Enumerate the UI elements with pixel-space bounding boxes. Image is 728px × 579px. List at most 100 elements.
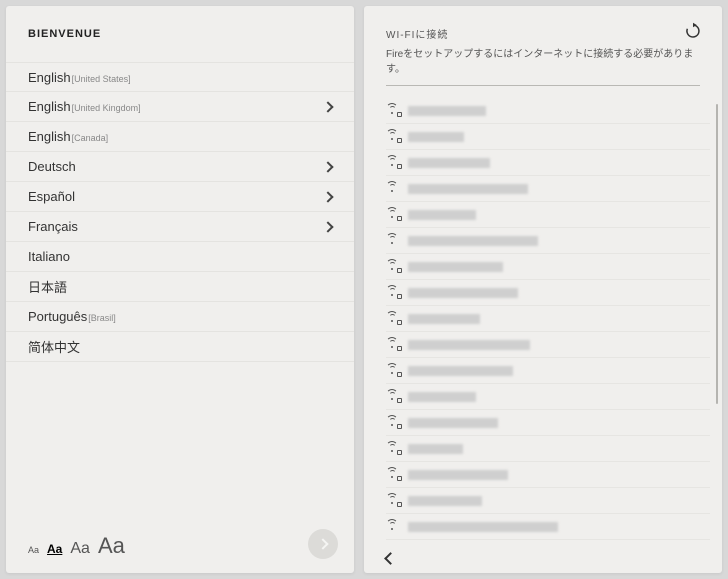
chevron-right-icon: [322, 191, 333, 202]
wifi-locked-icon: [386, 496, 398, 506]
refresh-button[interactable]: [684, 22, 702, 40]
font-size-sm[interactable]: Aa: [47, 542, 62, 556]
wifi-network-name: [408, 262, 503, 272]
language-label: English[United Kingdom]: [28, 99, 141, 114]
wifi-locked-icon: [386, 392, 398, 402]
wifi-network-name: [408, 418, 498, 428]
wifi-network-name: [408, 444, 463, 454]
chevron-right-icon: [322, 101, 333, 112]
wifi-network-item[interactable]: [386, 124, 710, 150]
chevron-right-icon: [317, 538, 328, 549]
wifi-network-item[interactable]: [386, 436, 710, 462]
language-name: English: [28, 129, 71, 144]
wifi-network-name: [408, 210, 476, 220]
font-size-xs[interactable]: Aa: [28, 545, 39, 555]
wifi-locked-icon: [386, 340, 398, 350]
wifi-network-name: [408, 106, 486, 116]
wifi-network-item[interactable]: [386, 384, 710, 410]
language-item[interactable]: English[Canada]: [6, 122, 354, 152]
wifi-network-name: [408, 496, 482, 506]
language-label: Italiano: [28, 249, 70, 264]
wifi-locked-icon: [386, 470, 398, 480]
wifi-locked-icon: [386, 106, 398, 116]
wifi-network-name: [408, 184, 528, 194]
language-label: Português[Brasil]: [28, 309, 116, 324]
welcome-title: BIENVENUE: [6, 6, 354, 48]
wifi-network-item[interactable]: [386, 306, 710, 332]
wifi-locked-icon: [386, 132, 398, 142]
wifi-network-name: [408, 288, 518, 298]
wifi-header: WI-FIに接続 Fireをセットアップするにはインターネットに接続する必要があ…: [364, 6, 722, 94]
wifi-network-list: [364, 94, 722, 548]
wifi-locked-icon: [386, 262, 398, 272]
language-region: [United States]: [72, 74, 131, 84]
language-item[interactable]: 日本語: [6, 272, 354, 302]
wifi-network-name: [408, 392, 476, 402]
wifi-network-item[interactable]: [386, 280, 710, 306]
wifi-network-item[interactable]: [386, 488, 710, 514]
language-name: Deutsch: [28, 159, 76, 174]
chevron-right-icon: [322, 161, 333, 172]
language-label: English[United States]: [28, 70, 131, 85]
wifi-subtitle: Fireをセットアップするにはインターネットに接続する必要があります。: [386, 45, 700, 86]
language-name: Español: [28, 189, 75, 204]
wifi-locked-icon: [386, 314, 398, 324]
wifi-network-item[interactable]: [386, 150, 710, 176]
wifi-network-item[interactable]: [386, 358, 710, 384]
wifi-icon: [386, 236, 398, 246]
wifi-locked-icon: [386, 366, 398, 376]
language-label: Español: [28, 189, 75, 204]
language-item[interactable]: Italiano: [6, 242, 354, 272]
wifi-network-item[interactable]: [386, 332, 710, 358]
language-item[interactable]: Deutsch: [6, 152, 354, 182]
wifi-network-item[interactable]: [386, 176, 710, 202]
wifi-network-item[interactable]: [386, 410, 710, 436]
language-item[interactable]: 简体中文: [6, 332, 354, 362]
language-name: 日本語: [28, 280, 67, 295]
wifi-network-item[interactable]: [386, 98, 710, 124]
back-button[interactable]: [384, 552, 397, 565]
language-label: 日本語: [28, 277, 67, 296]
language-name: Français: [28, 219, 78, 234]
font-size-lg[interactable]: Aa: [98, 533, 125, 559]
language-item[interactable]: Français: [6, 212, 354, 242]
language-item[interactable]: English[United Kingdom]: [6, 92, 354, 122]
scrollbar[interactable]: [716, 104, 718, 404]
language-select-panel: BIENVENUE English[United States]English[…: [6, 6, 354, 573]
wifi-icon: [386, 184, 398, 194]
font-size-md[interactable]: Aa: [70, 540, 90, 558]
wifi-icon: [386, 522, 398, 532]
wifi-panel: WI-FIに接続 Fireをセットアップするにはインターネットに接続する必要があ…: [364, 6, 722, 573]
language-list: English[United States]English[United Kin…: [6, 48, 354, 519]
language-label: Français: [28, 219, 78, 234]
left-footer: Aa Aa Aa Aa: [6, 519, 354, 573]
language-item[interactable]: English[United States]: [6, 62, 354, 92]
language-region: [Brasil]: [88, 313, 116, 323]
wifi-network-name: [408, 522, 558, 532]
wifi-network-item[interactable]: [386, 514, 710, 540]
wifi-network-name: [408, 132, 464, 142]
wifi-network-item[interactable]: [386, 462, 710, 488]
font-size-selector[interactable]: Aa Aa Aa Aa: [28, 533, 125, 559]
wifi-locked-icon: [386, 444, 398, 454]
refresh-icon: [684, 22, 702, 40]
wifi-network-item[interactable]: [386, 202, 710, 228]
wifi-title: WI-FIに接続: [386, 26, 700, 41]
wifi-network-item[interactable]: [386, 254, 710, 280]
wifi-network-item[interactable]: [386, 228, 710, 254]
wifi-locked-icon: [386, 158, 398, 168]
language-region: [United Kingdom]: [72, 103, 141, 113]
chevron-right-icon: [322, 221, 333, 232]
wifi-locked-icon: [386, 210, 398, 220]
language-region: [Canada]: [72, 133, 109, 143]
language-name: Português: [28, 309, 87, 324]
wifi-network-name: [408, 340, 530, 350]
language-item[interactable]: Español: [6, 182, 354, 212]
right-footer: [364, 548, 722, 573]
language-name: English: [28, 70, 71, 85]
wifi-network-name: [408, 236, 538, 246]
next-button[interactable]: [308, 529, 338, 559]
language-name: English: [28, 99, 71, 114]
wifi-network-name: [408, 158, 490, 168]
language-item[interactable]: Português[Brasil]: [6, 302, 354, 332]
